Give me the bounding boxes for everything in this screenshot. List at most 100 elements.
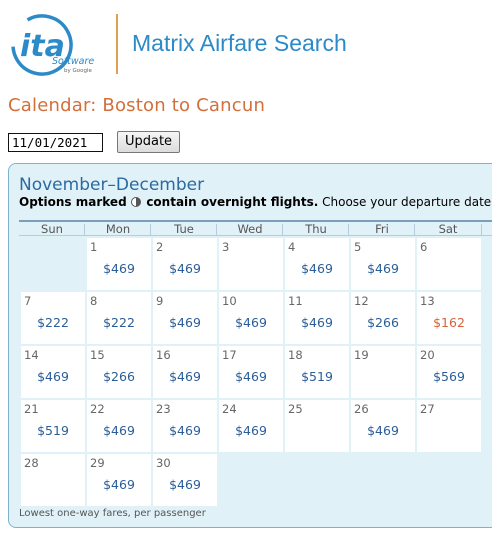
day-number: 9 xyxy=(156,294,164,308)
calendar-day-8[interactable]: 8 $222 xyxy=(87,292,151,344)
weekday-separator xyxy=(481,224,482,235)
calendar-day-21[interactable]: 21 $519 xyxy=(21,400,85,452)
fare-link[interactable]: $469 xyxy=(21,369,85,384)
calendar-day-5[interactable]: 5 $469 xyxy=(351,238,415,290)
fare-link[interactable]: $469 xyxy=(153,477,217,492)
calendar-day-10[interactable]: 10 $469 xyxy=(219,292,283,344)
day-number: 25 xyxy=(288,402,303,416)
calendar-day-18[interactable]: 18 $519 xyxy=(285,346,349,398)
day-number: 22 xyxy=(90,402,105,416)
fare-link[interactable]: $469 xyxy=(153,423,217,438)
weekday-separator xyxy=(282,224,283,235)
calendar-month-range: November–December xyxy=(19,175,205,195)
fare-link[interactable]: $569 xyxy=(417,369,481,384)
fare-link[interactable]: $469 xyxy=(351,261,415,276)
day-number: 29 xyxy=(90,456,105,470)
calendar-day-22[interactable]: 22 $469 xyxy=(87,400,151,452)
weekday-mon: Mon xyxy=(105,222,131,236)
day-number: 18 xyxy=(288,348,303,362)
overnight-note: Options marked contain overnight flights… xyxy=(19,195,492,209)
note-bold-start: Options marked xyxy=(19,195,127,209)
calendar-day-4[interactable]: 4 $469 xyxy=(285,238,349,290)
fare-link[interactable]: $222 xyxy=(21,315,85,330)
fare-link[interactable]: $469 xyxy=(153,369,217,384)
calendar-day-6: 6 xyxy=(417,238,481,290)
calendar-day-3: 3 xyxy=(219,238,283,290)
lowest-fare-link[interactable]: $162 xyxy=(417,315,481,330)
day-number: 17 xyxy=(222,348,237,362)
weekday-separator xyxy=(348,224,349,235)
day-number: 24 xyxy=(222,402,237,416)
calendar-day-29[interactable]: 29 $469 xyxy=(87,454,151,506)
weekday-sat: Sat xyxy=(438,222,458,236)
fare-link[interactable]: $469 xyxy=(87,477,151,492)
day-number: 20 xyxy=(420,348,435,362)
day-number: 1 xyxy=(90,240,98,254)
day-number: 12 xyxy=(354,294,369,308)
day-number: 7 xyxy=(24,294,32,308)
calendar-day-23[interactable]: 23 $469 xyxy=(153,400,217,452)
weekday-sun: Sun xyxy=(41,222,63,236)
calendar-day-13[interactable]: 13 $162 xyxy=(417,292,481,344)
fare-link[interactable]: $469 xyxy=(285,315,349,330)
day-number: 11 xyxy=(288,294,303,308)
calendar-day-24[interactable]: 24 $469 xyxy=(219,400,283,452)
day-number: 6 xyxy=(420,240,428,254)
fare-link[interactable]: $519 xyxy=(285,369,349,384)
weekday-thu: Thu xyxy=(305,222,327,236)
calendar-day-17[interactable]: 17 $469 xyxy=(219,346,283,398)
weekday-separator xyxy=(84,224,85,235)
day-number: 30 xyxy=(156,456,171,470)
day-number: 15 xyxy=(90,348,105,362)
page-heading: Calendar: Boston to Cancun xyxy=(8,95,266,116)
calendar-day-28: 28 xyxy=(21,454,85,506)
svg-text:Software: Software xyxy=(52,56,94,67)
calendar-day-26[interactable]: 26 $469 xyxy=(351,400,415,452)
svg-text:by Google: by Google xyxy=(64,68,93,74)
calendar-day-9[interactable]: 9 $469 xyxy=(153,292,217,344)
fare-footnote: Lowest one-way fares, per passenger xyxy=(19,508,206,519)
fare-link[interactable]: $469 xyxy=(87,423,151,438)
update-button[interactable]: Update xyxy=(117,131,180,153)
fare-link[interactable]: $519 xyxy=(21,423,85,438)
calendar-day-16[interactable]: 16 $469 xyxy=(153,346,217,398)
day-number: 23 xyxy=(156,402,171,416)
calendar-day-14[interactable]: 14 $469 xyxy=(21,346,85,398)
day-number: 14 xyxy=(24,348,39,362)
calendar-day-12[interactable]: 12 $266 xyxy=(351,292,415,344)
fare-link[interactable]: $469 xyxy=(153,261,217,276)
fare-link[interactable]: $469 xyxy=(219,369,283,384)
fare-link[interactable]: $469 xyxy=(153,315,217,330)
fare-link[interactable]: $469 xyxy=(219,315,283,330)
calendar-day-11[interactable]: 11 $469 xyxy=(285,292,349,344)
day-number: 21 xyxy=(24,402,39,416)
day-number: 27 xyxy=(420,402,435,416)
day-number: 8 xyxy=(90,294,98,308)
weekday-fri: Fri xyxy=(375,222,389,236)
departure-date-input[interactable] xyxy=(8,133,103,152)
day-number: 4 xyxy=(288,240,296,254)
calendar-day-25: 25 xyxy=(285,400,349,452)
fare-link[interactable]: $266 xyxy=(351,315,415,330)
day-number: 3 xyxy=(222,240,230,254)
calendar-day-20[interactable]: 20 $569 xyxy=(417,346,481,398)
calendar-day-30[interactable]: 30 $469 xyxy=(153,454,217,506)
app-title: Matrix Airfare Search xyxy=(132,30,347,56)
calendar-day-27: 27 xyxy=(417,400,481,452)
fare-link[interactable]: $469 xyxy=(87,261,151,276)
overnight-icon xyxy=(131,197,142,207)
calendar-day-2[interactable]: 2 $469 xyxy=(153,238,217,290)
calendar-day-15[interactable]: 15 $266 xyxy=(87,346,151,398)
fare-link[interactable]: $222 xyxy=(87,315,151,330)
calendar-day-1[interactable]: 1 $469 xyxy=(87,238,151,290)
calendar-day-7[interactable]: 7 $222 xyxy=(21,292,85,344)
fare-link[interactable]: $469 xyxy=(351,423,415,438)
weekday-wed: Wed xyxy=(237,222,263,236)
weekday-separator xyxy=(414,224,415,235)
fare-link[interactable]: $469 xyxy=(219,423,283,438)
day-number: 26 xyxy=(354,402,369,416)
day-number: 2 xyxy=(156,240,164,254)
fare-link[interactable]: $469 xyxy=(285,261,349,276)
calendar-empty-cell xyxy=(21,238,85,290)
fare-link[interactable]: $266 xyxy=(87,369,151,384)
